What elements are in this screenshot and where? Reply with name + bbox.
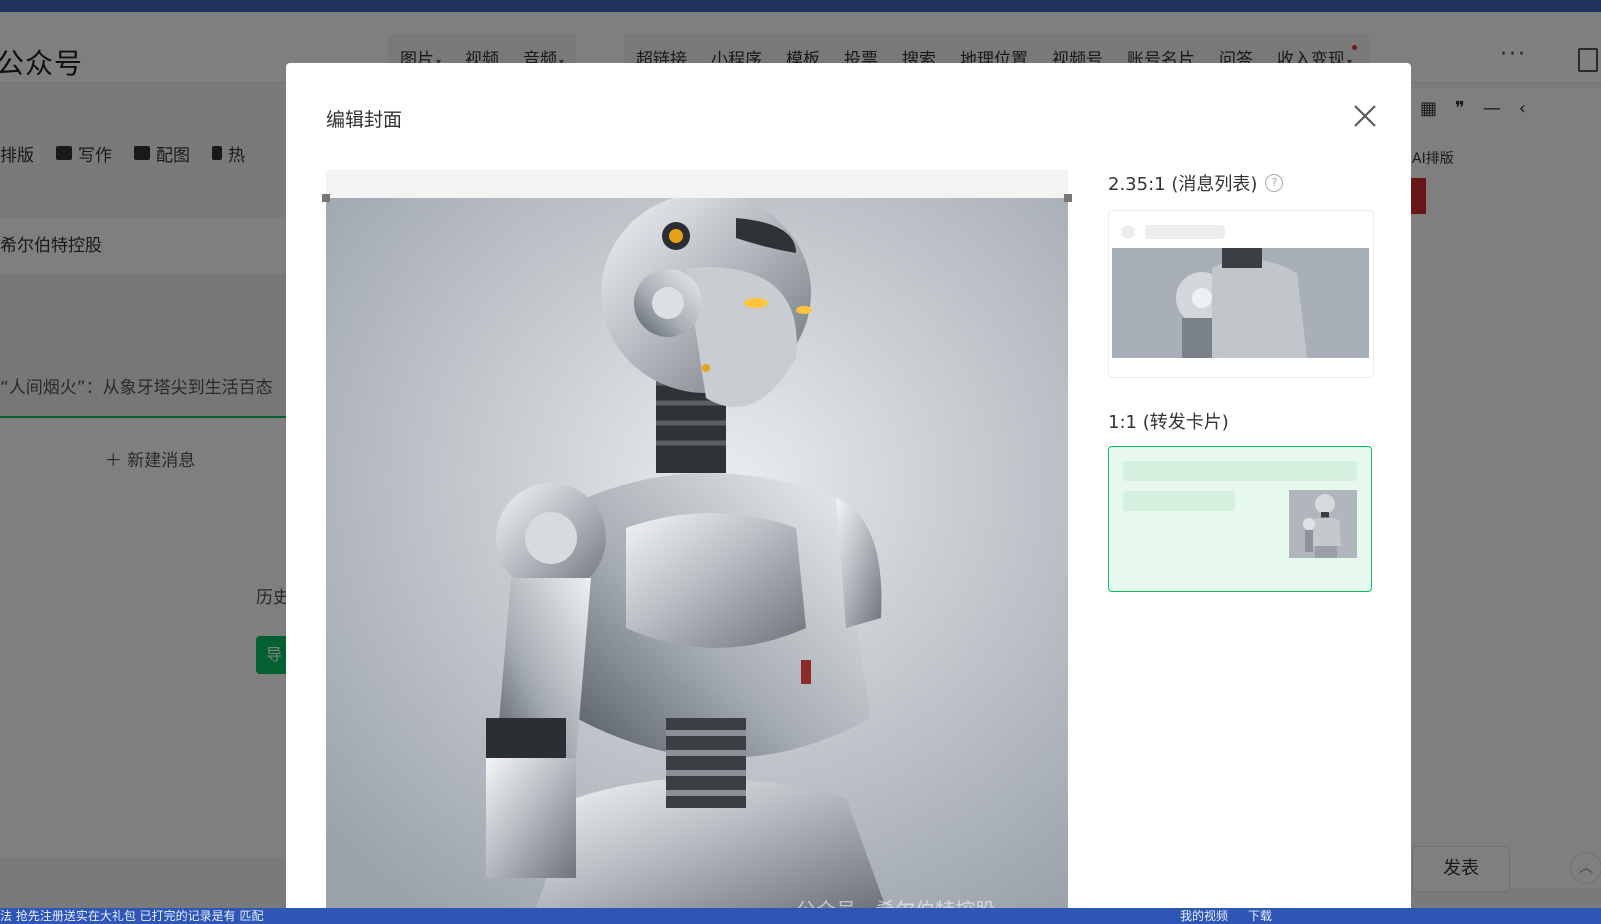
cover-image[interactable]: 公众号 · 希尔伯特控股: [326, 198, 1068, 908]
preview-square-card[interactable]: [1108, 446, 1372, 592]
dialog-title: 编辑封面: [326, 109, 403, 131]
preview-wide-label: 2.35:1 (消息列表) ?: [1108, 170, 1372, 196]
taskbar-right: 我的视频 下载: [1180, 908, 1272, 924]
close-icon[interactable]: [1348, 99, 1382, 133]
cover-previews: 2.35:1 (消息列表) ? 1:1 (转发卡片): [1108, 170, 1374, 592]
preview-square-image: [1289, 490, 1357, 558]
taskbar-download[interactable]: 下载: [1248, 908, 1272, 924]
text-placeholder: [1123, 491, 1235, 511]
edit-cover-dialog: 编辑封面 2.35:1 (消息列表) ? 1:1 (转发卡片): [286, 63, 1411, 908]
taskbar-my-video[interactable]: 我的视频: [1180, 908, 1228, 924]
preview-wide-card[interactable]: [1108, 210, 1374, 378]
taskbar-text: 法 抢先注册送实在大礼包 已打完的记录是有 匹配: [0, 909, 264, 923]
avatar-placeholder: [1121, 225, 1135, 239]
text-placeholder: [1145, 225, 1225, 239]
preview-wide-image: [1112, 248, 1369, 358]
crop-area[interactable]: 公众号 · 希尔伯特控股: [322, 170, 1072, 908]
image-watermark: 公众号 · 希尔伯特控股: [796, 894, 995, 908]
crop-top-strip: [326, 170, 1068, 198]
taskbar: 法 抢先注册送实在大礼包 已打完的记录是有 匹配 我的视频 下载: [0, 908, 1601, 924]
crop-handle-top-left[interactable]: [322, 194, 330, 202]
preview-square-label: 1:1 (转发卡片): [1108, 412, 1229, 433]
crop-handle-top-right[interactable]: [1064, 194, 1072, 202]
robot-illustration: [326, 198, 1068, 908]
text-placeholder: [1123, 461, 1357, 481]
help-icon[interactable]: ?: [1265, 174, 1284, 192]
